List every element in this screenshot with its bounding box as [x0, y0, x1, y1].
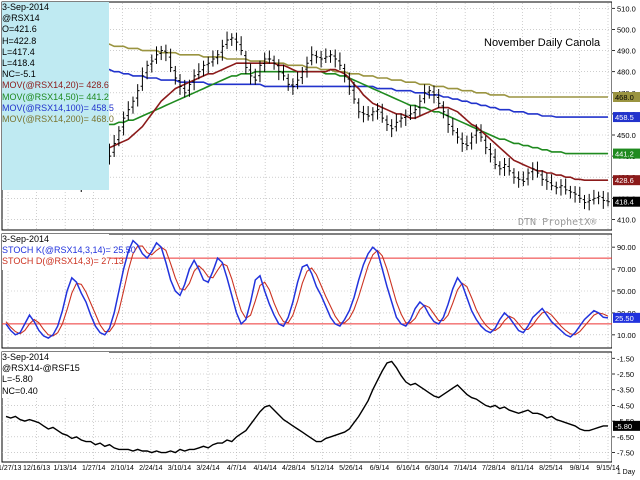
x-tick-label-16: 7/14/14 [453, 465, 476, 472]
x-tick-label-13: 6/9/14 [370, 465, 390, 472]
stoch-legend-d: STOCH D(@RSX14,3)= 27.13 [2, 256, 124, 267]
stoch-legend-date: 3-Sep-2014 [2, 234, 50, 244]
price-ytick-label-2: 490.0 [617, 47, 636, 56]
x-tick-label-11: 5/12/14 [311, 465, 334, 472]
x-tick-label-6: 3/10/14 [168, 465, 191, 472]
spread-legend-date: 3-Sep-2014 [2, 352, 50, 362]
x-tick-label-10: 4/28/14 [282, 465, 305, 472]
x-tick-label-8: 4/7/14 [227, 465, 247, 472]
x-tick-label-3: 1/27/14 [82, 465, 105, 472]
x-tick-label-2: 1/13/14 [53, 465, 76, 472]
price-legend-change: NC=-5.1 [2, 69, 36, 80]
price-legend-symbol: @RSX14 [2, 13, 40, 24]
price-ytick-label-6: 450.0 [617, 131, 636, 140]
x-tick-label-7: 3/24/14 [196, 465, 219, 472]
x-tick-label-17: 7/28/14 [482, 465, 505, 472]
spread-ytick-label-0: -1.50 [617, 354, 634, 363]
x-tick-label-1: 12/16/13 [23, 465, 50, 472]
price-ytick-label-0: 510.0 [617, 4, 636, 13]
x-tick-label-4: 2/10/14 [111, 465, 134, 472]
spread-value-tag-text: -5.80 [615, 422, 632, 431]
spread-legend-symbol: @RSX14-@RSF15 [2, 363, 80, 374]
x-tick-label-14: 6/16/14 [396, 465, 419, 472]
price-legend-open: O=421.6 [2, 24, 37, 35]
price-ytick-label-3: 480.0 [617, 68, 636, 77]
x-tick-label-5: 2/24/14 [139, 465, 162, 472]
price-legend-date: 3-Sep-2014 [2, 2, 50, 12]
price-legend-ma100: MOV(@RSX14,100)= 458.5 [2, 102, 114, 113]
price-legend-ma200: MOV(@RSX14,200)= 468.0 [2, 114, 114, 125]
spread-legend-last: L=-5.80 [2, 374, 33, 385]
stoch-value-tag-text: 25.50 [615, 314, 634, 323]
spread-ytick-label-3: -4.50 [617, 401, 634, 410]
price-value-tag-text-2: 441.2 [615, 150, 634, 159]
x-tick-label-12: 5/26/14 [339, 465, 362, 472]
spread-ytick-label-6: -7.50 [617, 449, 634, 458]
price-ytick-label-10: 410.0 [617, 215, 636, 224]
price-legend-ma20: MOV(@RSX14,20)= 428.6 [2, 80, 109, 91]
price-legend: 3-Sep-2014 @RSX14 O=421.6 H=422.8 L=417.… [2, 2, 114, 190]
chart-title: November Daily Canola [484, 37, 601, 49]
spread-legend: 3-Sep-2014 @RSX14-@RSF15 L=-5.80 NC=0.40 [2, 352, 109, 398]
x-tick-label-18: 8/11/14 [511, 465, 534, 472]
watermark: DTN ProphetX® [518, 217, 597, 228]
stoch-ytick-label-4: 10.00 [617, 331, 636, 340]
price-legend-low: L=417.4 [2, 46, 35, 57]
spread-legend-change: NC=0.40 [2, 385, 38, 396]
stoch-ytick-label-0: 90.00 [617, 243, 636, 252]
x-unit-label: 1 Day [617, 469, 636, 476]
spread-ytick-label-2: -3.50 [617, 386, 634, 395]
x-tick-label-20: 9/8/14 [570, 465, 590, 472]
price-value-tag-text-1: 458.5 [615, 113, 634, 122]
spread-ytick-label-1: -2.50 [617, 370, 634, 379]
price-value-tag-text-3: 428.6 [615, 176, 634, 185]
price-legend-last: L=418.4 [2, 58, 35, 69]
price-legend-high: H=422.8 [2, 35, 37, 46]
price-value-tag-text-0: 468.0 [615, 93, 634, 102]
stoch-legend-k: STOCH K(@RSX14,3,14)= 25.50 [2, 245, 136, 256]
x-tick-label-9: 4/14/14 [253, 465, 276, 472]
x-tick-label-0: 11/27/13 [0, 465, 21, 472]
price-value-tag-text-4: 418.4 [615, 198, 634, 207]
price-ytick-label-1: 500.0 [617, 25, 636, 34]
stoch-ytick-label-2: 50.00 [617, 287, 636, 296]
x-tick-label-19: 8/25/14 [539, 465, 562, 472]
stoch-ytick-label-1: 70.00 [617, 265, 636, 274]
x-tick-label-15: 6/30/14 [425, 465, 448, 472]
spread-ytick-label-5: -6.50 [617, 433, 634, 442]
stoch-legend: 3-Sep-2014 STOCH K(@RSX14,3,14)= 25.50 S… [2, 234, 136, 270]
price-legend-ma50: MOV(@RSX14,50)= 441.2 [2, 91, 109, 102]
